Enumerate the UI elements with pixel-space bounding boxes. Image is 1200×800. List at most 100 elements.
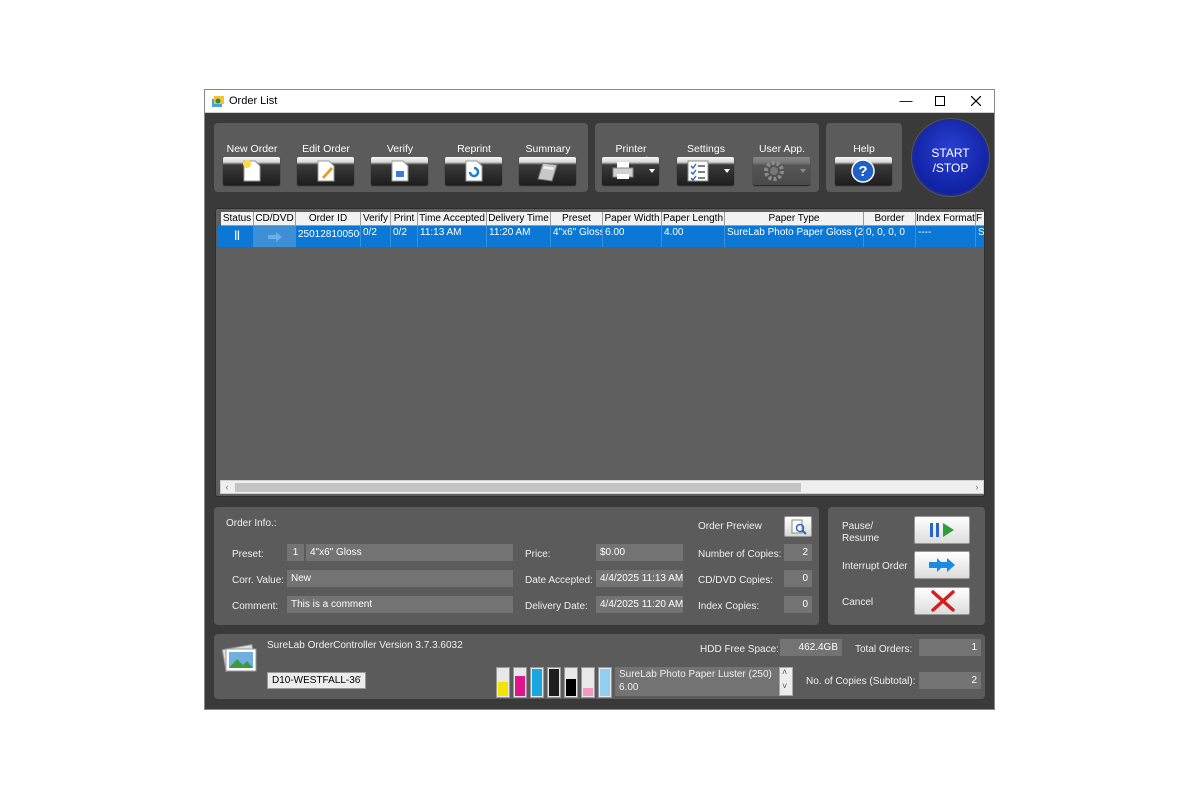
col-header-index-format[interactable]: Index Format: [916, 212, 976, 226]
order-info-heading: Order Info.:: [226, 518, 277, 529]
price-label: Price:: [525, 549, 551, 560]
corr-value-field[interactable]: New: [287, 570, 513, 587]
preset-field[interactable]: 4"x6" Gloss: [306, 544, 513, 561]
user-app-button[interactable]: User App.: [750, 123, 814, 193]
scroll-left-icon[interactable]: ‹: [221, 481, 233, 493]
printer-toolbar-group: Printer Control Settings: [595, 123, 819, 192]
ink-black-level: [566, 679, 576, 696]
horizontal-scrollbar[interactable]: ‹ ›: [220, 480, 984, 494]
col-header-time-accepted[interactable]: Time Accepted: [418, 212, 487, 226]
col-header-border[interactable]: Border: [864, 212, 916, 226]
start-stop-button[interactable]: START /STOP: [912, 119, 989, 196]
col-header-cd-dvd[interactable]: CD/DVD: [254, 212, 296, 226]
copies-field[interactable]: 2: [784, 544, 812, 561]
printer-control-button[interactable]: Printer Control: [599, 123, 663, 193]
paper-spinner[interactable]: ˄ ˅: [779, 667, 793, 696]
help-button-face: ?: [835, 157, 892, 185]
settings-button[interactable]: Settings: [674, 123, 738, 193]
order-preview-button[interactable]: [784, 516, 812, 537]
col-header-order-id[interactable]: Order ID: [296, 212, 361, 226]
col-header-verify[interactable]: Verify: [361, 212, 391, 226]
price-field[interactable]: $0.00: [596, 544, 683, 561]
spin-up-icon[interactable]: ˄: [782, 667, 787, 677]
index-copies-label: Index Copies:: [698, 601, 760, 612]
new-order-button[interactable]: New Order: [220, 123, 284, 193]
printer-select[interactable]: D10-WESTFALL-36 ˇ: [267, 672, 366, 689]
help-label: Help: [853, 143, 875, 155]
reprint-label: Reprint: [457, 143, 491, 155]
hdd-label: HDD Free Space:: [700, 644, 779, 655]
reprint-button-face: [445, 157, 502, 185]
chevron-down-icon: [724, 169, 730, 173]
col-header-f[interactable]: F: [976, 212, 984, 226]
cell-verify: 0/2: [361, 226, 391, 247]
magnifier-icon: [791, 519, 807, 535]
ink-light-cyan-level: [600, 669, 610, 696]
cancel-x-icon: [931, 590, 955, 612]
user-app-button-face: [753, 157, 810, 185]
preset-label: Preset:: [232, 549, 264, 560]
index-copies-field[interactable]: 0: [784, 596, 812, 613]
scrollbar-thumb[interactable]: [235, 483, 801, 492]
help-icon: ?: [851, 159, 875, 183]
calculator-icon: [537, 162, 558, 182]
total-orders-label: Total Orders:: [855, 644, 913, 655]
paper-size: 6.00: [619, 682, 639, 693]
spin-down-icon[interactable]: ˅: [782, 681, 787, 691]
close-icon: [970, 95, 982, 107]
cell-f: St: [978, 227, 985, 238]
ink-magenta-level: [515, 676, 525, 696]
maximize-icon: [935, 96, 945, 106]
verify-button[interactable]: Verify: [368, 123, 432, 193]
col-header-preset[interactable]: Preset: [551, 212, 603, 226]
cancel-button[interactable]: [914, 587, 970, 615]
ink-cyan-level: [532, 669, 542, 696]
col-header-paper-type[interactable]: Paper Type: [725, 212, 864, 226]
date-accepted-label: Date Accepted:: [525, 575, 593, 586]
ink-yellow-level: [498, 682, 508, 696]
ink-light-magenta: [581, 667, 595, 698]
col-header-delivery-time[interactable]: Delivery Time: [487, 212, 551, 226]
interrupt-order-button[interactable]: [914, 551, 970, 579]
cell-paper-width: 6.00: [603, 226, 662, 247]
minimize-button[interactable]: —: [888, 90, 924, 112]
paper-info-box: SureLab Photo Paper Luster (250) 6.00: [615, 667, 783, 696]
col-header-paper-width[interactable]: Paper Width: [603, 212, 662, 226]
cell-print: 0/2: [391, 226, 418, 247]
ink-light-cyan: [598, 667, 612, 698]
date-accepted-field[interactable]: 4/4/2025 11:13 AM: [596, 570, 683, 587]
summary-button[interactable]: Summary: [516, 123, 580, 193]
interrupt-order-label: Interrupt Order: [842, 561, 908, 572]
cell-index-format: ----: [916, 226, 976, 247]
printer-control-button-face: [602, 157, 659, 185]
cell-border: 0, 0, 0, 0: [864, 226, 916, 247]
title-bar: Order List —: [205, 90, 994, 113]
ink-magenta: [513, 667, 527, 698]
comment-field[interactable]: This is a comment: [287, 596, 513, 613]
preset-number-field[interactable]: 1: [287, 544, 304, 561]
settings-button-face: [677, 157, 734, 185]
checklist-icon: [687, 160, 709, 182]
start-stop-label-top: START: [931, 146, 970, 160]
pause-resume-button[interactable]: [914, 516, 970, 544]
maximize-button[interactable]: [922, 90, 958, 112]
scroll-right-icon[interactable]: ›: [971, 481, 983, 493]
close-button[interactable]: [958, 90, 994, 112]
delivery-date-label: Delivery Date:: [525, 601, 588, 612]
edit-document-icon: [317, 160, 335, 182]
delivery-date-field[interactable]: 4/4/2025 11:20 AM: [596, 596, 683, 613]
ink-light-magenta-level: [583, 688, 593, 696]
col-header-status[interactable]: Status: [221, 212, 254, 226]
col-header-print[interactable]: Print: [391, 212, 418, 226]
disc-icon: [268, 232, 282, 242]
reprint-icon: [465, 160, 483, 182]
reprint-button[interactable]: Reprint: [442, 123, 506, 193]
verify-document-icon: [391, 160, 409, 182]
cd-copies-field[interactable]: 0: [784, 570, 812, 587]
order-table: Status CD/DVD Order ID Verify Print Time…: [215, 208, 985, 497]
ink-dark-level: [549, 669, 559, 696]
edit-order-button[interactable]: Edit Order: [294, 123, 358, 193]
col-header-paper-length[interactable]: Paper Length: [662, 212, 725, 226]
new-order-button-face: [223, 157, 280, 185]
help-button[interactable]: Help ?: [832, 123, 896, 193]
